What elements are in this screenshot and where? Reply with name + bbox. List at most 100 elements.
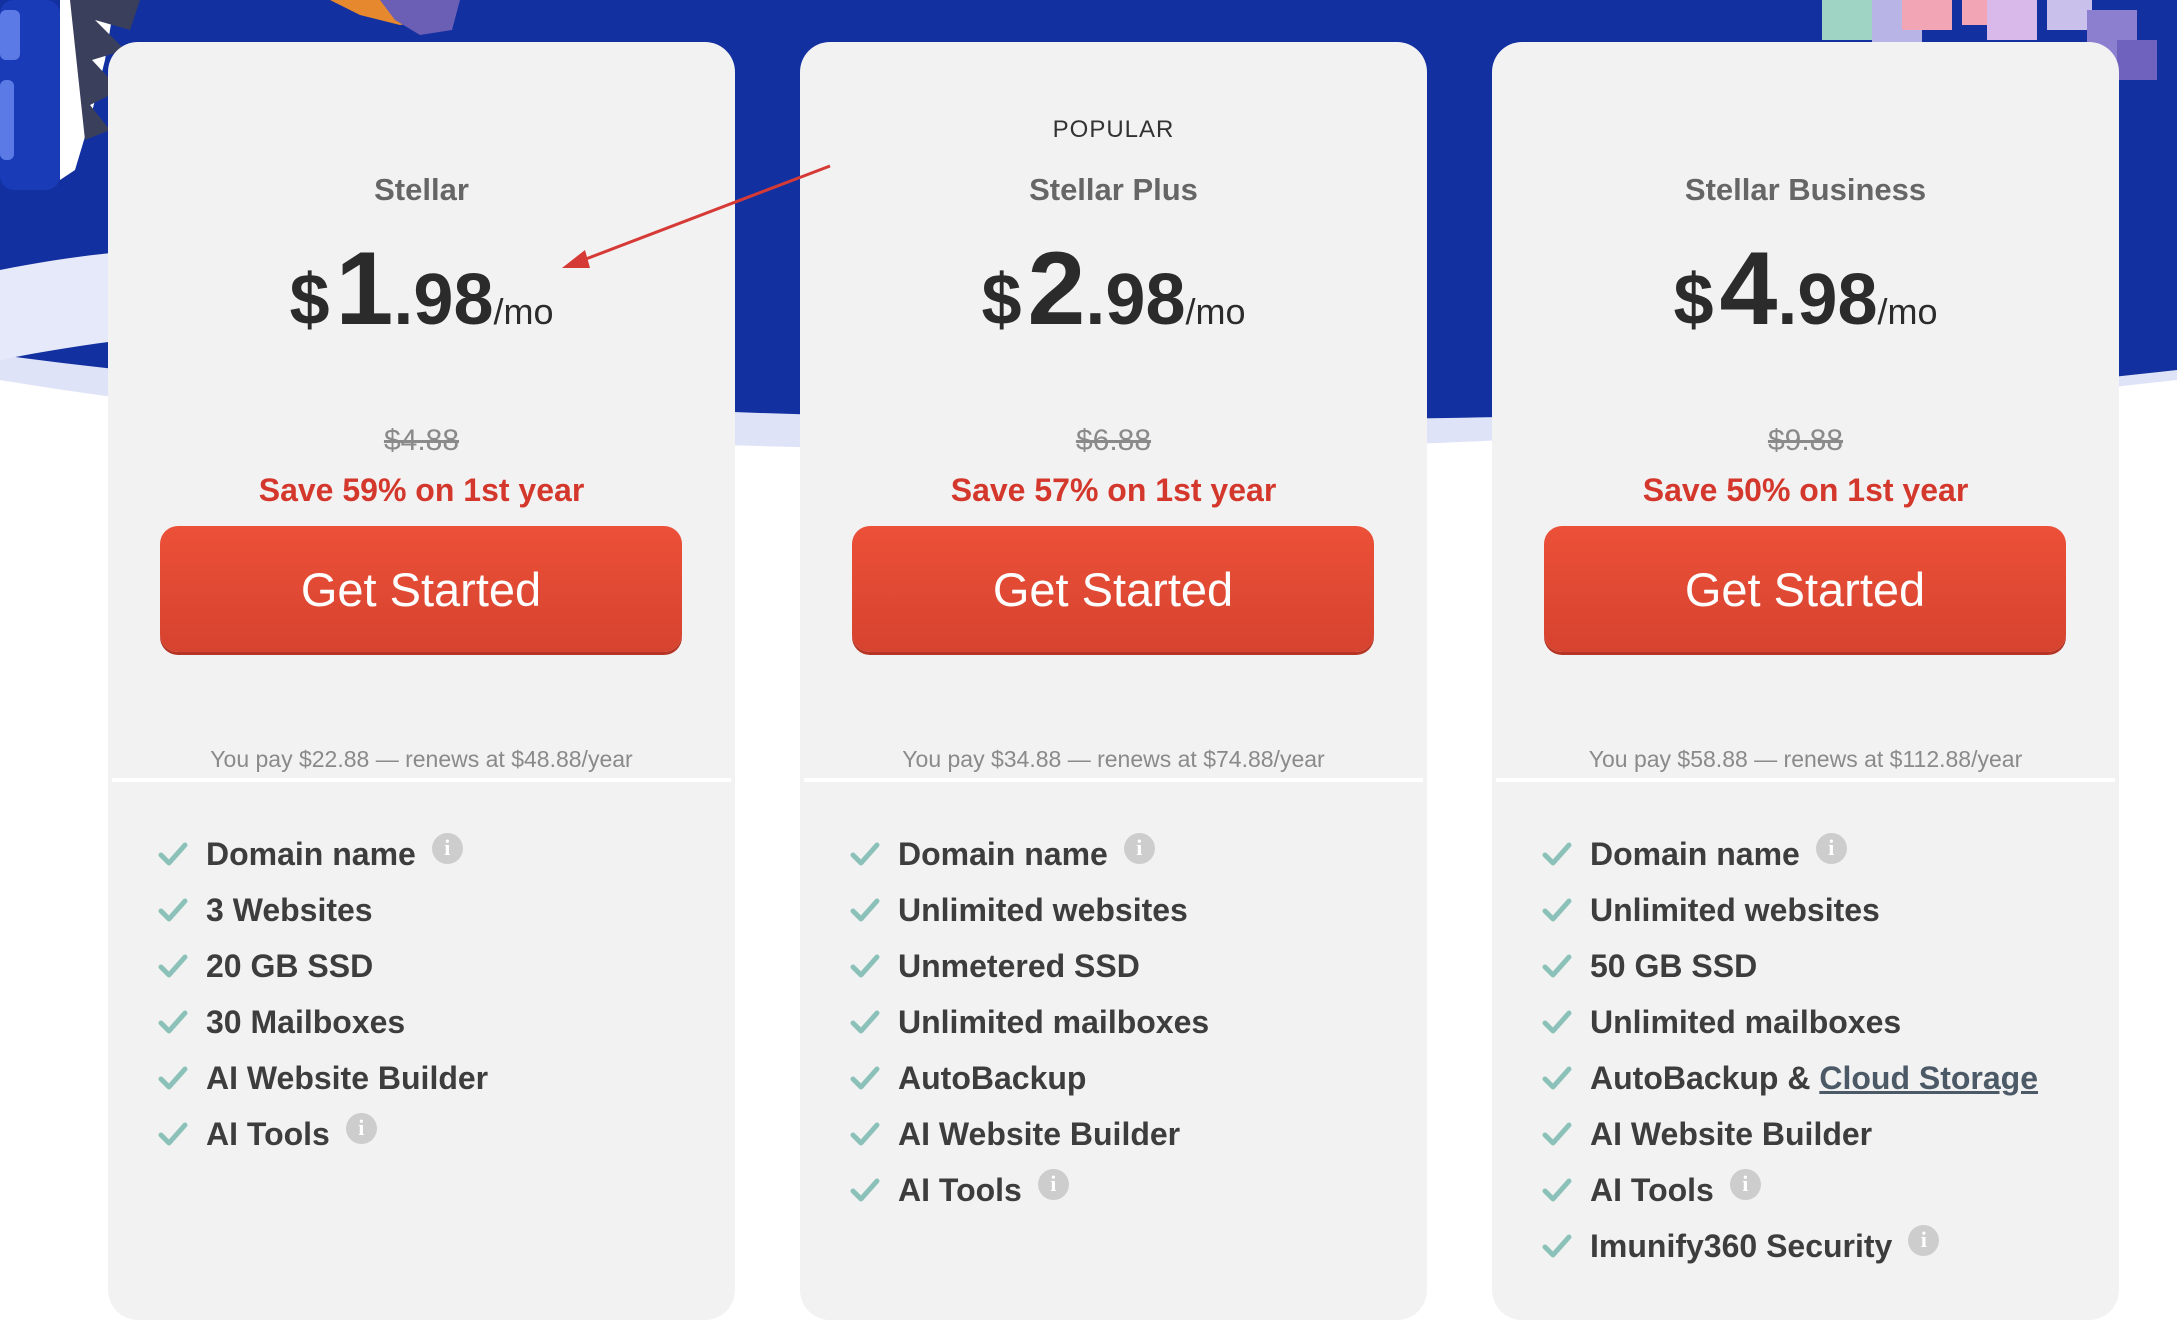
feature-item: 3 Websites bbox=[158, 882, 488, 938]
feature-label: Unmetered SSD bbox=[898, 947, 1140, 984]
price-integer: 2 bbox=[1027, 231, 1086, 347]
check-icon bbox=[158, 1121, 188, 1147]
feature-label: Unlimited websites bbox=[1590, 891, 1880, 928]
feature-item: 30 Mailboxes bbox=[158, 994, 488, 1050]
original-price: $6.88 bbox=[1075, 424, 1152, 457]
check-icon bbox=[158, 897, 188, 923]
price-decimal: .98 bbox=[393, 260, 494, 340]
feature-label: AI Tools bbox=[206, 1115, 330, 1152]
feature-label: Domain name bbox=[1590, 835, 1800, 872]
get-started-button[interactable]: Get Started bbox=[160, 526, 682, 652]
feature-label: Unlimited mailboxes bbox=[1590, 1003, 1902, 1040]
check-icon bbox=[1542, 953, 1572, 979]
price-decimal: .98 bbox=[1777, 260, 1878, 340]
feature-label: Unlimited mailboxes bbox=[898, 1003, 1210, 1040]
feature-item: Unlimited websites bbox=[1542, 882, 2038, 938]
check-icon bbox=[850, 1065, 880, 1091]
feature-item: Domain name i bbox=[158, 826, 488, 882]
feature-item: 20 GB SSD bbox=[158, 938, 488, 994]
feature-item: Unmetered SSD bbox=[850, 938, 1209, 994]
feature-list: Domain name i Unlimited websites Unmetered … bbox=[850, 826, 1209, 1218]
feature-item: AI Tools i bbox=[850, 1162, 1209, 1218]
original-price: $4.88 bbox=[383, 424, 460, 457]
feature-label: AutoBackup bbox=[898, 1059, 1087, 1096]
info-icon[interactable]: i bbox=[1908, 1224, 1940, 1256]
info-icon[interactable]: i bbox=[345, 1112, 377, 1144]
feature-label: Domain name bbox=[898, 835, 1108, 872]
price: $ 1 .98 /mo bbox=[108, 230, 735, 349]
billing-summary: You pay $58.88 — renews at $112.88/year bbox=[1588, 746, 2023, 772]
plan-card-stellar: Stellar $ 1 .98 /mo $4.88 Save 59% on 1s… bbox=[108, 42, 735, 1320]
check-icon bbox=[850, 1009, 880, 1035]
feature-label: AI Tools bbox=[898, 1171, 1022, 1208]
get-started-button[interactable]: Get Started bbox=[1544, 526, 2066, 652]
feature-item: AutoBackup & Cloud Storage bbox=[1542, 1050, 2038, 1106]
check-icon bbox=[1542, 1009, 1572, 1035]
info-icon[interactable]: i bbox=[1815, 832, 1847, 864]
feature-label: 50 GB SSD bbox=[1590, 947, 1758, 984]
price-currency: $ bbox=[289, 260, 330, 340]
price-integer: 4 bbox=[1719, 231, 1778, 347]
check-icon bbox=[158, 1065, 188, 1091]
feature-item: AI Website Builder bbox=[158, 1050, 488, 1106]
info-icon[interactable]: i bbox=[1729, 1168, 1761, 1200]
check-icon bbox=[1542, 1233, 1572, 1259]
price-currency: $ bbox=[981, 260, 1022, 340]
feature-label: AI Website Builder bbox=[206, 1059, 489, 1096]
feature-label: Domain name bbox=[206, 835, 416, 872]
feature-item: AI Tools i bbox=[158, 1106, 488, 1162]
feature-label: 3 Websites bbox=[206, 891, 373, 928]
divider bbox=[1496, 778, 2115, 782]
price-integer: 1 bbox=[335, 231, 394, 347]
check-icon bbox=[850, 1177, 880, 1203]
plan-card-stellar-business: Stellar Business $ 4 .98 /mo $9.88 Save … bbox=[1492, 42, 2119, 1320]
check-icon bbox=[1542, 841, 1572, 867]
billing-summary: You pay $34.88 — renews at $74.88/year bbox=[902, 746, 1325, 772]
feature-label: AutoBackup & bbox=[1590, 1059, 1820, 1096]
price-period: /mo bbox=[493, 291, 554, 332]
price-decimal: .98 bbox=[1085, 260, 1186, 340]
plan-name: Stellar bbox=[374, 172, 469, 207]
price: $ 4 .98 /mo bbox=[1492, 230, 2119, 349]
price-currency: $ bbox=[1673, 260, 1714, 340]
check-icon bbox=[158, 841, 188, 867]
popular-badge: POPULAR bbox=[1052, 116, 1175, 143]
price: $ 2 .98 /mo bbox=[800, 230, 1427, 349]
feature-label: Imunify360 Security bbox=[1590, 1227, 1893, 1264]
divider bbox=[804, 778, 1423, 782]
plan-name: Stellar Plus bbox=[1029, 172, 1198, 207]
original-price: $9.88 bbox=[1767, 424, 1844, 457]
feature-item: AutoBackup bbox=[850, 1050, 1209, 1106]
feature-item: AI Website Builder bbox=[850, 1106, 1209, 1162]
check-icon bbox=[850, 953, 880, 979]
feature-item: Imunify360 Security i bbox=[1542, 1218, 2038, 1274]
feature-label: 20 GB SSD bbox=[206, 947, 374, 984]
info-icon[interactable]: i bbox=[1037, 1168, 1069, 1200]
savings-text: Save 50% on 1st year bbox=[1642, 472, 1969, 508]
info-icon[interactable]: i bbox=[1123, 832, 1155, 864]
feature-list: Domain name i Unlimited websites 50 GB SSD U… bbox=[1542, 826, 2038, 1274]
feature-item: Unlimited mailboxes bbox=[850, 994, 1209, 1050]
check-icon bbox=[850, 897, 880, 923]
savings-text: Save 59% on 1st year bbox=[258, 472, 585, 508]
plan-name: Stellar Business bbox=[1684, 172, 1927, 207]
feature-item: AI Tools i bbox=[1542, 1162, 2038, 1218]
divider bbox=[112, 778, 731, 782]
price-period: /mo bbox=[1185, 291, 1246, 332]
feature-item: Unlimited websites bbox=[850, 882, 1209, 938]
feature-item: 50 GB SSD bbox=[1542, 938, 2038, 994]
savings-text: Save 57% on 1st year bbox=[950, 472, 1277, 508]
feature-item: AI Website Builder bbox=[1542, 1106, 2038, 1162]
check-icon bbox=[1542, 1121, 1572, 1147]
cloud-storage-link[interactable]: Cloud Storage bbox=[1819, 1060, 2038, 1097]
feature-item: Unlimited mailboxes bbox=[1542, 994, 2038, 1050]
get-started-button[interactable]: Get Started bbox=[852, 526, 1374, 652]
plan-card-stellar-plus: POPULAR Stellar Plus $ 2 .98 /mo $6.88 S… bbox=[800, 42, 1427, 1320]
info-icon[interactable]: i bbox=[431, 832, 463, 864]
check-icon bbox=[158, 953, 188, 979]
feature-label: AI Tools bbox=[1590, 1171, 1714, 1208]
feature-label: Unlimited websites bbox=[898, 891, 1188, 928]
check-icon bbox=[850, 1121, 880, 1147]
check-icon bbox=[158, 1009, 188, 1035]
feature-item: Domain name i bbox=[850, 826, 1209, 882]
